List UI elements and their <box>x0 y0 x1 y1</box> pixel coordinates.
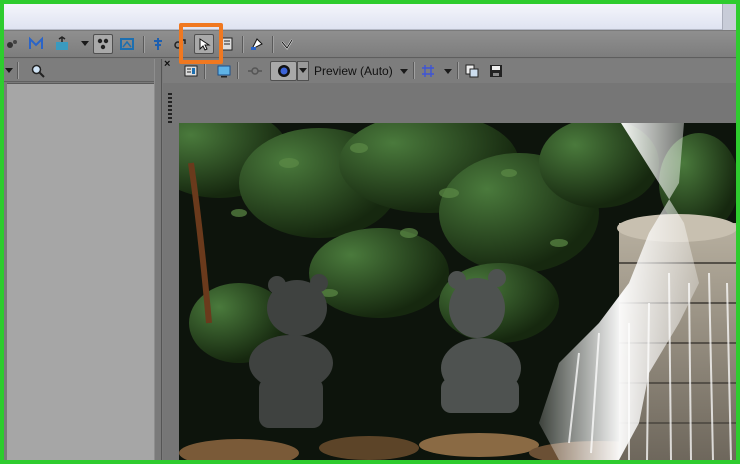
snap-icon[interactable] <box>148 34 168 54</box>
main-toolbar <box>4 31 736 58</box>
panel-drag-handle[interactable] <box>168 93 172 123</box>
toolbar-separator <box>457 62 458 79</box>
split-icon[interactable] <box>52 34 72 54</box>
media-list[interactable] <box>7 83 154 460</box>
help-icon[interactable] <box>277 34 297 54</box>
search-icon[interactable] <box>28 61 48 81</box>
normalize-icon[interactable] <box>4 34 22 54</box>
toolbar-separator <box>17 62 18 79</box>
toolbar-separator <box>237 62 238 79</box>
preview-quality-label[interactable]: Preview (Auto) <box>314 64 393 78</box>
view-dropdown-arrow[interactable] <box>5 68 13 73</box>
panel-splitter[interactable] <box>154 59 162 460</box>
toolbar-separator <box>143 36 144 53</box>
video-preview-panel: × Preview (Auto) <box>163 58 736 460</box>
toolbar-separator <box>204 62 205 79</box>
copy-snapshot-icon[interactable] <box>462 61 482 81</box>
envelope-icon[interactable] <box>26 34 46 54</box>
external-monitor-icon[interactable] <box>214 61 234 81</box>
menu-strip <box>4 4 736 30</box>
highlighted-tool-marker <box>179 23 223 64</box>
window-edge <box>722 4 736 30</box>
project-media-panel <box>4 59 154 460</box>
preview-mode-dropdown[interactable] <box>297 61 309 81</box>
waterfall-video-frame <box>179 123 736 460</box>
toolbar-separator <box>242 36 243 53</box>
ripple-icon[interactable] <box>93 34 113 54</box>
application-window: × Preview (Auto) <box>4 4 736 460</box>
overlays-icon[interactable] <box>418 61 438 81</box>
preview-quality-dropdown-arrow[interactable] <box>400 69 408 74</box>
project-media-toolbar <box>4 59 154 82</box>
auto-crossfade-icon[interactable] <box>117 34 137 54</box>
preview-mode-icon[interactable] <box>270 61 297 81</box>
overlays-dropdown-arrow[interactable] <box>444 69 452 74</box>
save-snapshot-icon[interactable] <box>486 61 506 81</box>
chevron-down-icon <box>299 68 307 73</box>
video-preview-toolbar: × Preview (Auto) <box>163 58 736 83</box>
video-preview-frame[interactable] <box>179 123 736 460</box>
toolbar-separator <box>413 62 414 79</box>
close-icon[interactable]: × <box>164 58 170 70</box>
split-dropdown-arrow[interactable] <box>81 41 89 46</box>
envelope-tool-icon[interactable] <box>247 34 267 54</box>
split-screen-icon[interactable] <box>245 61 265 81</box>
project-properties-icon[interactable] <box>181 61 201 81</box>
toolbar-separator <box>272 36 273 53</box>
